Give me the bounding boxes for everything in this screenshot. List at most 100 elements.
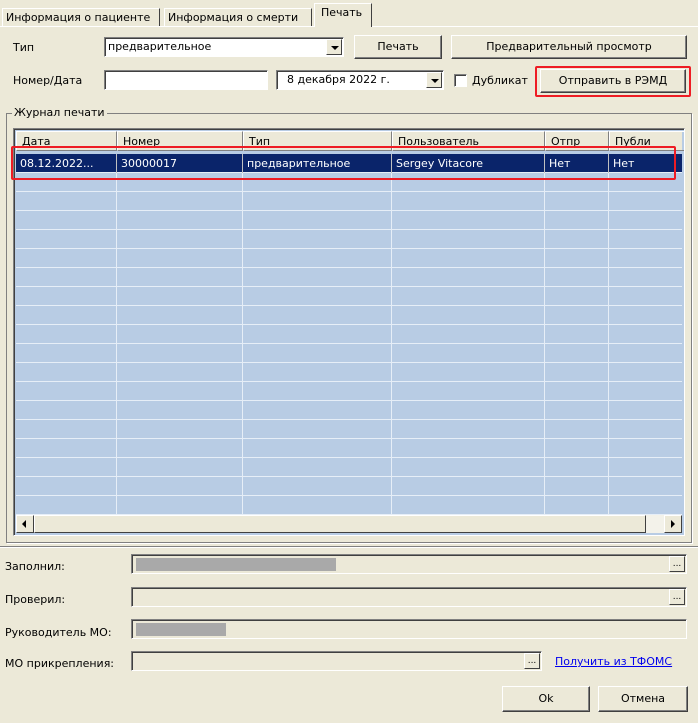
table-cell-empty: [243, 363, 392, 382]
table-cell-empty: [392, 401, 545, 420]
table-row-empty[interactable]: [16, 439, 682, 458]
table-cell-empty: [243, 458, 392, 477]
table-cell-empty: [117, 496, 243, 515]
print-button[interactable]: Печать: [354, 35, 442, 59]
table-cell-empty: [16, 287, 117, 306]
table-cell-empty: [392, 325, 545, 344]
table-cell-empty: [16, 363, 117, 382]
table-cell-empty: [609, 268, 684, 287]
table-cell-empty: [545, 211, 609, 230]
table-row-empty[interactable]: [16, 211, 682, 230]
number-input[interactable]: [104, 70, 268, 90]
scroll-right-icon[interactable]: [664, 515, 682, 533]
table-cell-empty: [243, 306, 392, 325]
attach-label: МО прикрепления:: [5, 657, 115, 670]
preview-button[interactable]: Предварительный просмотр: [451, 35, 687, 59]
date-picker[interactable]: 8 декабря 2022 г.: [276, 70, 444, 90]
type-select[interactable]: предварительное: [104, 37, 344, 57]
table-body: 08.12.2022... 30000017 предварительное S…: [16, 151, 682, 515]
table-cell-empty: [545, 192, 609, 211]
table-row-empty[interactable]: [16, 306, 682, 325]
table-cell-empty: [392, 496, 545, 515]
table-row-empty[interactable]: [16, 420, 682, 439]
table-row-empty[interactable]: [16, 382, 682, 401]
type-select-value: предварительное: [108, 40, 212, 53]
tab-print[interactable]: Печать: [314, 3, 372, 27]
table-cell-empty: [609, 287, 684, 306]
table-cell-empty: [392, 439, 545, 458]
table-row-empty[interactable]: [16, 496, 682, 515]
filled-field[interactable]: ...: [131, 554, 687, 574]
filled-label: Заполнил:: [5, 560, 65, 573]
chevron-down-icon[interactable]: [426, 72, 442, 88]
table-row-empty[interactable]: [16, 325, 682, 344]
table-cell-empty: [243, 230, 392, 249]
tab-death-info[interactable]: Информация о смерти: [164, 8, 312, 27]
table-row-empty[interactable]: [16, 477, 682, 496]
number-date-label: Номер/Дата: [13, 74, 83, 87]
table-cell-empty: [392, 192, 545, 211]
table-cell-empty: [117, 325, 243, 344]
scrollbar-thumb[interactable]: [34, 515, 646, 533]
table-cell-empty: [243, 249, 392, 268]
cancel-button[interactable]: Отмена: [598, 686, 688, 712]
table-cell-empty: [117, 458, 243, 477]
table-cell-empty: [609, 458, 684, 477]
table-cell-empty: [392, 420, 545, 439]
table-cell-empty: [117, 477, 243, 496]
table-cell-empty: [243, 287, 392, 306]
attach-ellipsis-button[interactable]: ...: [524, 653, 540, 669]
checked-label: Проверил:: [5, 593, 66, 606]
table-cell-empty: [392, 477, 545, 496]
head-field[interactable]: [131, 619, 687, 639]
table-cell-empty: [609, 401, 684, 420]
type-label: Тип: [13, 41, 35, 54]
table-cell-empty: [16, 401, 117, 420]
checked-field[interactable]: ...: [131, 587, 687, 607]
table-cell-empty: [545, 420, 609, 439]
table-cell-empty: [117, 439, 243, 458]
ok-button[interactable]: Ok: [502, 686, 590, 712]
table-row-empty[interactable]: [16, 363, 682, 382]
journal-table[interactable]: Дата Номер Тип Пользователь Отпр Публи 0…: [13, 128, 685, 536]
table-cell-empty: [545, 458, 609, 477]
table-row-empty[interactable]: [16, 192, 682, 211]
table-cell-empty: [117, 344, 243, 363]
table-cell-empty: [609, 230, 684, 249]
head-label: Руководитель МО:: [5, 626, 112, 639]
table-cell-empty: [545, 363, 609, 382]
table-cell-empty: [609, 420, 684, 439]
table-cell-empty: [16, 306, 117, 325]
table-cell-empty: [545, 401, 609, 420]
table-cell-empty: [117, 249, 243, 268]
send-remd-button[interactable]: Отправить в РЭМД: [540, 69, 686, 93]
table-cell-empty: [609, 249, 684, 268]
table-row-empty[interactable]: [16, 268, 682, 287]
table-cell-empty: [545, 287, 609, 306]
table-cell-empty: [117, 382, 243, 401]
table-cell-empty: [243, 420, 392, 439]
chevron-down-icon[interactable]: [326, 39, 342, 55]
attach-field[interactable]: ...: [131, 651, 542, 671]
scroll-left-icon[interactable]: [16, 515, 34, 533]
table-row-empty[interactable]: [16, 458, 682, 477]
filled-ellipsis-button[interactable]: ...: [669, 556, 685, 572]
table-row-empty[interactable]: [16, 249, 682, 268]
table-row-empty[interactable]: [16, 401, 682, 420]
table-cell-empty: [243, 211, 392, 230]
table-row-empty[interactable]: [16, 287, 682, 306]
table-cell-empty: [392, 230, 545, 249]
table-cell-empty: [243, 382, 392, 401]
table-cell-empty: [609, 344, 684, 363]
table-row-empty[interactable]: [16, 230, 682, 249]
horizontal-scrollbar[interactable]: [16, 515, 682, 533]
footer-separator: [0, 546, 698, 548]
tfoms-link[interactable]: Получить из ТФОМС: [555, 655, 672, 668]
duplicate-checkbox[interactable]: [454, 74, 467, 87]
table-cell-empty: [609, 382, 684, 401]
table-cell-empty: [16, 458, 117, 477]
checked-ellipsis-button[interactable]: ...: [669, 589, 685, 605]
table-row-empty[interactable]: [16, 344, 682, 363]
table-cell-empty: [545, 268, 609, 287]
tab-patient-info[interactable]: Информация о пациенте: [2, 8, 160, 27]
